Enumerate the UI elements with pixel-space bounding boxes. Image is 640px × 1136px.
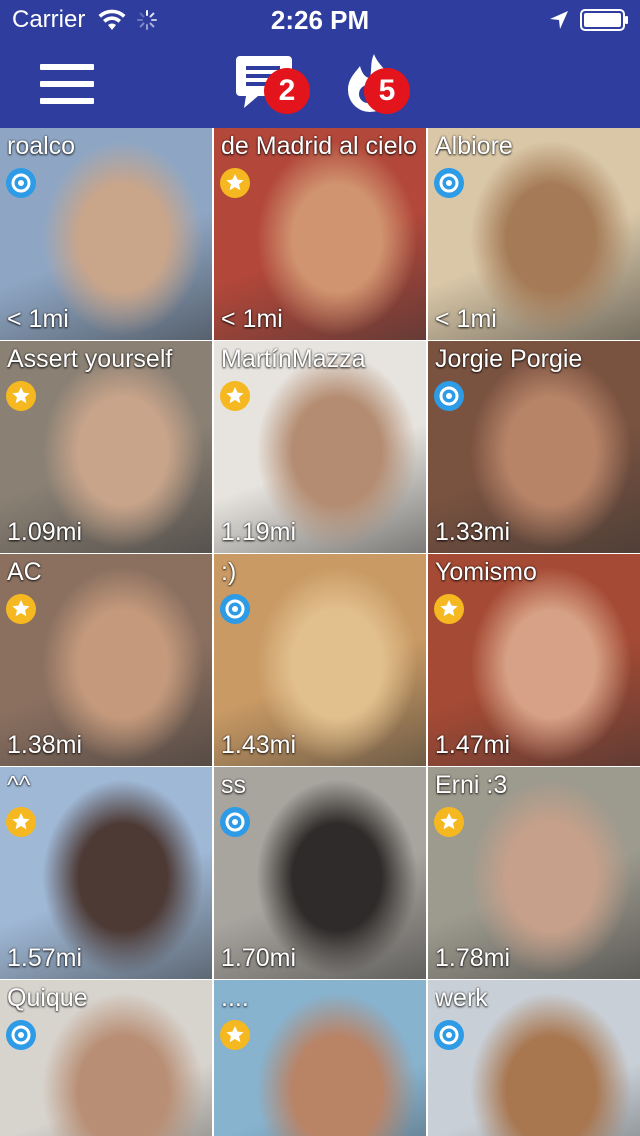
profile-name: Jorgie Porgie [435,345,583,373]
profile-name: Yomismo [435,558,537,586]
location-arrow-icon [550,11,568,29]
profile-cell[interactable]: AC 1.38mi [0,554,212,766]
profile-name: werk [435,984,488,1012]
star-icon [434,594,464,624]
taps-badge: 5 [364,68,410,114]
profile-cell[interactable]: werk [428,980,640,1136]
online-icon [220,807,250,837]
online-icon [434,381,464,411]
online-icon [6,168,36,198]
profile-name: AC [7,558,42,586]
profile-name: Quique [7,984,88,1012]
profile-name: Albiore [435,132,513,160]
profile-distance: < 1mi [435,305,497,333]
profile-cell[interactable]: Albiore < 1mi [428,128,640,340]
profile-name: roalco [7,132,76,160]
profile-distance: 1.19mi [221,518,297,546]
star-icon [220,1020,250,1050]
star-icon [6,594,36,624]
profile-distance: 1.43mi [221,731,297,759]
profile-cell[interactable]: Erni :3 1.78mi [428,767,640,979]
profile-distance: 1.47mi [435,731,511,759]
profile-name: MartínMazza [221,345,366,373]
profile-name: :) [221,558,237,586]
nav-bar: 2 5 [0,40,640,128]
profile-distance: 1.33mi [435,518,511,546]
online-icon [434,1020,464,1050]
profile-cell[interactable]: Yomismo 1.47mi [428,554,640,766]
profile-name: ^^ [7,771,31,799]
menu-button[interactable] [40,64,94,104]
profile-cell[interactable]: Assert yourself 1.09mi [0,341,212,553]
star-icon [220,381,250,411]
profile-cell[interactable]: Quique [0,980,212,1136]
profile-cell[interactable]: .... [214,980,426,1136]
clock: 2:26 PM [270,5,370,35]
profile-cell[interactable]: de Madrid al cielo < 1mi [214,128,426,340]
profile-grid: roalco < 1mi de Madrid al cielo < 1mi Albior… [0,128,640,1136]
profile-name: de Madrid al cielo [221,132,417,160]
star-icon [434,807,464,837]
profile-distance: 1.09mi [7,518,83,546]
profile-name: .... [221,984,249,1012]
profile-distance: < 1mi [221,305,283,333]
chats-badge: 2 [264,68,310,114]
star-icon [6,807,36,837]
chats-button[interactable]: 2 [236,54,316,114]
online-icon [6,1020,36,1050]
profile-cell[interactable]: ^^ 1.57mi [0,767,212,979]
profile-distance: 1.70mi [221,944,297,972]
star-icon [220,168,250,198]
profile-cell[interactable]: ss 1.70mi [214,767,426,979]
online-icon [434,168,464,198]
profile-name: Assert yourself [7,345,173,373]
profile-cell[interactable]: roalco < 1mi [0,128,212,340]
status-bar: Carrier 2:26 PM [0,0,640,40]
profile-distance: 1.57mi [7,944,83,972]
profile-name: Erni :3 [435,771,508,799]
profile-cell[interactable]: MartínMazza 1.19mi [214,341,426,553]
online-icon [220,594,250,624]
profile-name: ss [221,771,246,799]
profile-distance: 1.78mi [435,944,511,972]
profile-cell[interactable]: :) 1.43mi [214,554,426,766]
profile-distance: 1.38mi [7,731,83,759]
profile-distance: < 1mi [7,305,69,333]
tap-notifications-button[interactable]: 5 [344,52,424,116]
battery-icon [580,9,628,31]
star-icon [6,381,36,411]
profile-cell[interactable]: Jorgie Porgie 1.33mi [428,341,640,553]
